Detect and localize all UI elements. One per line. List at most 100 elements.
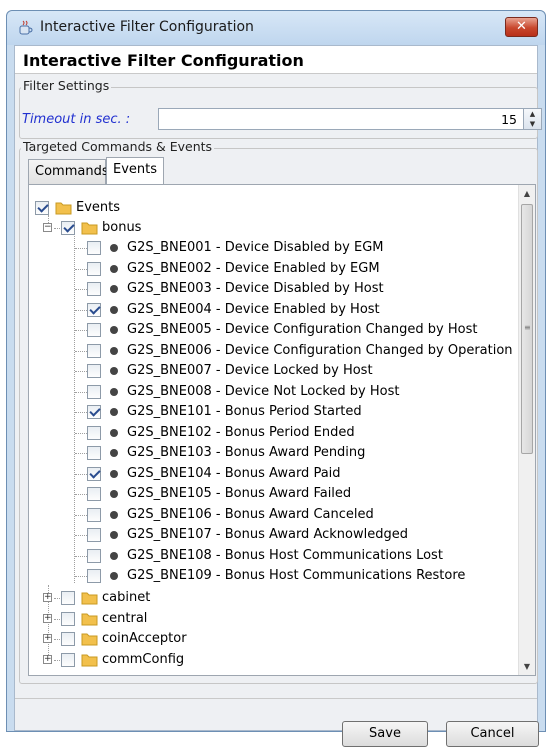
tree-label: bonus xyxy=(102,220,142,235)
bullet-icon xyxy=(110,326,118,334)
bullet-icon xyxy=(110,408,118,416)
folder-label: commConfig xyxy=(102,651,185,667)
cancel-button[interactable]: Cancel xyxy=(446,721,539,747)
event-label: G2S_BNE108 - Bonus Host Communications L… xyxy=(127,547,443,563)
event-checkbox[interactable] xyxy=(87,528,101,542)
tree-label: Events xyxy=(76,200,121,215)
folder-checkbox[interactable] xyxy=(61,652,75,667)
title-bar[interactable]: Interactive Filter Configuration ✕ xyxy=(7,11,545,45)
event-checkbox[interactable] xyxy=(87,446,101,460)
event-checkbox[interactable] xyxy=(87,343,101,358)
folder-label: central xyxy=(102,610,148,626)
targeted-group-label: Targeted Commands & Events xyxy=(21,139,215,154)
event-label: G2S_BNE105 - Bonus Award Failed xyxy=(127,486,352,501)
close-button[interactable]: ✕ xyxy=(505,17,538,37)
event-label: G2S_BNE107 - Bonus Award Acknowledged xyxy=(127,527,408,542)
folder-icon xyxy=(81,654,98,666)
event-label: G2S_BNE101 - Bonus Period Started xyxy=(127,404,362,419)
tab-commands[interactable]: Commands xyxy=(28,159,109,184)
event-checkbox[interactable] xyxy=(87,323,101,337)
event-label: G2S_BNE003 - Device Disabled by Host xyxy=(127,281,384,296)
tab-events[interactable]: Events xyxy=(106,157,164,184)
bullet-icon xyxy=(110,572,118,580)
spin-down-icon[interactable]: ▼ xyxy=(524,119,541,129)
event-checkbox[interactable] xyxy=(87,405,101,419)
bullet-icon xyxy=(110,531,118,539)
bullet-icon xyxy=(110,244,118,252)
scroll-down-icon[interactable]: ▼ xyxy=(519,658,535,675)
plus-box-icon[interactable]: + xyxy=(43,613,52,623)
scroll-up-icon[interactable]: ▲ xyxy=(519,185,535,202)
event-label: G2S_BNE102 - Bonus Period Ended xyxy=(127,424,355,440)
event-label: G2S_BNE106 - Bonus Award Canceled xyxy=(127,506,374,522)
event-checkbox[interactable] xyxy=(87,384,101,399)
folder-icon xyxy=(55,202,72,215)
event-label: G2S_BNE007 - Device Locked by Host xyxy=(127,363,373,378)
folder-label: coinAcceptor xyxy=(102,631,187,646)
bullet-icon xyxy=(110,551,118,560)
event-checkbox[interactable] xyxy=(87,487,101,501)
event-checkbox[interactable] xyxy=(87,261,101,276)
folder-checkbox[interactable] xyxy=(61,591,75,605)
event-checkbox[interactable] xyxy=(87,466,101,481)
tree-guide xyxy=(74,233,75,583)
bullet-icon xyxy=(110,510,118,519)
event-label: G2S_BNE103 - Bonus Award Pending xyxy=(127,445,366,460)
bullet-icon xyxy=(110,387,118,396)
spin-up-icon[interactable]: ▲ xyxy=(524,109,541,119)
folder-label: cabinet xyxy=(102,590,151,605)
event-checkbox[interactable] xyxy=(87,302,101,317)
bullet-icon xyxy=(110,469,118,478)
grip-icon: ≡ xyxy=(524,323,531,332)
timeout-label: Timeout in sec. : xyxy=(22,112,131,127)
bullet-icon xyxy=(110,346,118,355)
dialog-header-title: Interactive Filter Configuration xyxy=(15,46,537,74)
folder-icon xyxy=(81,222,98,235)
event-label: G2S_BNE008 - Device Not Locked by Host xyxy=(127,383,400,399)
event-checkbox[interactable] xyxy=(87,507,101,522)
event-checkbox[interactable] xyxy=(87,282,101,296)
tree-scrollbar[interactable]: ▲ ≡ ▼ xyxy=(518,185,535,675)
folder-icon xyxy=(81,633,98,646)
dialog-window: Interactive Filter Configuration ✕ Inter… xyxy=(6,10,546,747)
plus-box-icon[interactable]: + xyxy=(43,654,52,664)
events-tree: Events − bonus G2S_BNE001 - Device Disab… xyxy=(28,184,536,676)
event-checkbox[interactable] xyxy=(87,425,101,440)
event-checkbox[interactable] xyxy=(87,548,101,563)
bullet-icon xyxy=(110,449,118,457)
folder-checkbox[interactable] xyxy=(61,611,75,626)
bonus-checkbox[interactable] xyxy=(61,221,75,235)
bullet-icon xyxy=(110,285,118,293)
filter-settings-label: Filter Settings xyxy=(21,78,112,93)
event-checkbox[interactable] xyxy=(87,364,101,378)
folder-checkbox[interactable] xyxy=(61,632,75,646)
bullet-icon xyxy=(110,264,118,273)
bullet-icon xyxy=(110,428,118,437)
tab-events-label: Events xyxy=(113,162,158,177)
plus-box-icon[interactable]: + xyxy=(43,634,52,643)
event-checkbox[interactable] xyxy=(87,569,101,583)
event-label: G2S_BNE005 - Device Configuration Change… xyxy=(127,322,478,337)
bullet-icon xyxy=(110,490,118,498)
events-root-checkbox[interactable] xyxy=(35,201,49,215)
bullet-icon xyxy=(110,305,118,314)
event-label: G2S_BNE001 - Device Disabled by EGM xyxy=(127,240,384,255)
event-label: G2S_BNE002 - Device Enabled by EGM xyxy=(127,260,380,276)
plus-box-icon[interactable]: + xyxy=(43,593,52,602)
event-checkbox[interactable] xyxy=(87,241,101,255)
event-label: G2S_BNE004 - Device Enabled by Host xyxy=(127,301,380,317)
window-title: Interactive Filter Configuration xyxy=(40,19,254,35)
minus-box-icon[interactable]: − xyxy=(43,223,52,232)
spinner-buttons[interactable]: ▲ ▼ xyxy=(523,109,541,129)
footer-divider xyxy=(15,698,537,699)
save-button[interactable]: Save xyxy=(342,721,428,747)
folder-icon xyxy=(81,613,98,625)
bullet-icon xyxy=(110,367,118,375)
event-label: G2S_BNE109 - Bonus Host Communications R… xyxy=(127,568,466,583)
folder-icon xyxy=(81,592,98,605)
timeout-spinner[interactable]: 15 ▲ ▼ xyxy=(158,108,542,130)
timeout-value[interactable]: 15 xyxy=(501,112,517,127)
scroll-thumb[interactable]: ≡ xyxy=(521,204,533,454)
event-label: G2S_BNE006 - Device Configuration Change… xyxy=(127,342,513,358)
tab-commands-label: Commands xyxy=(35,164,109,179)
